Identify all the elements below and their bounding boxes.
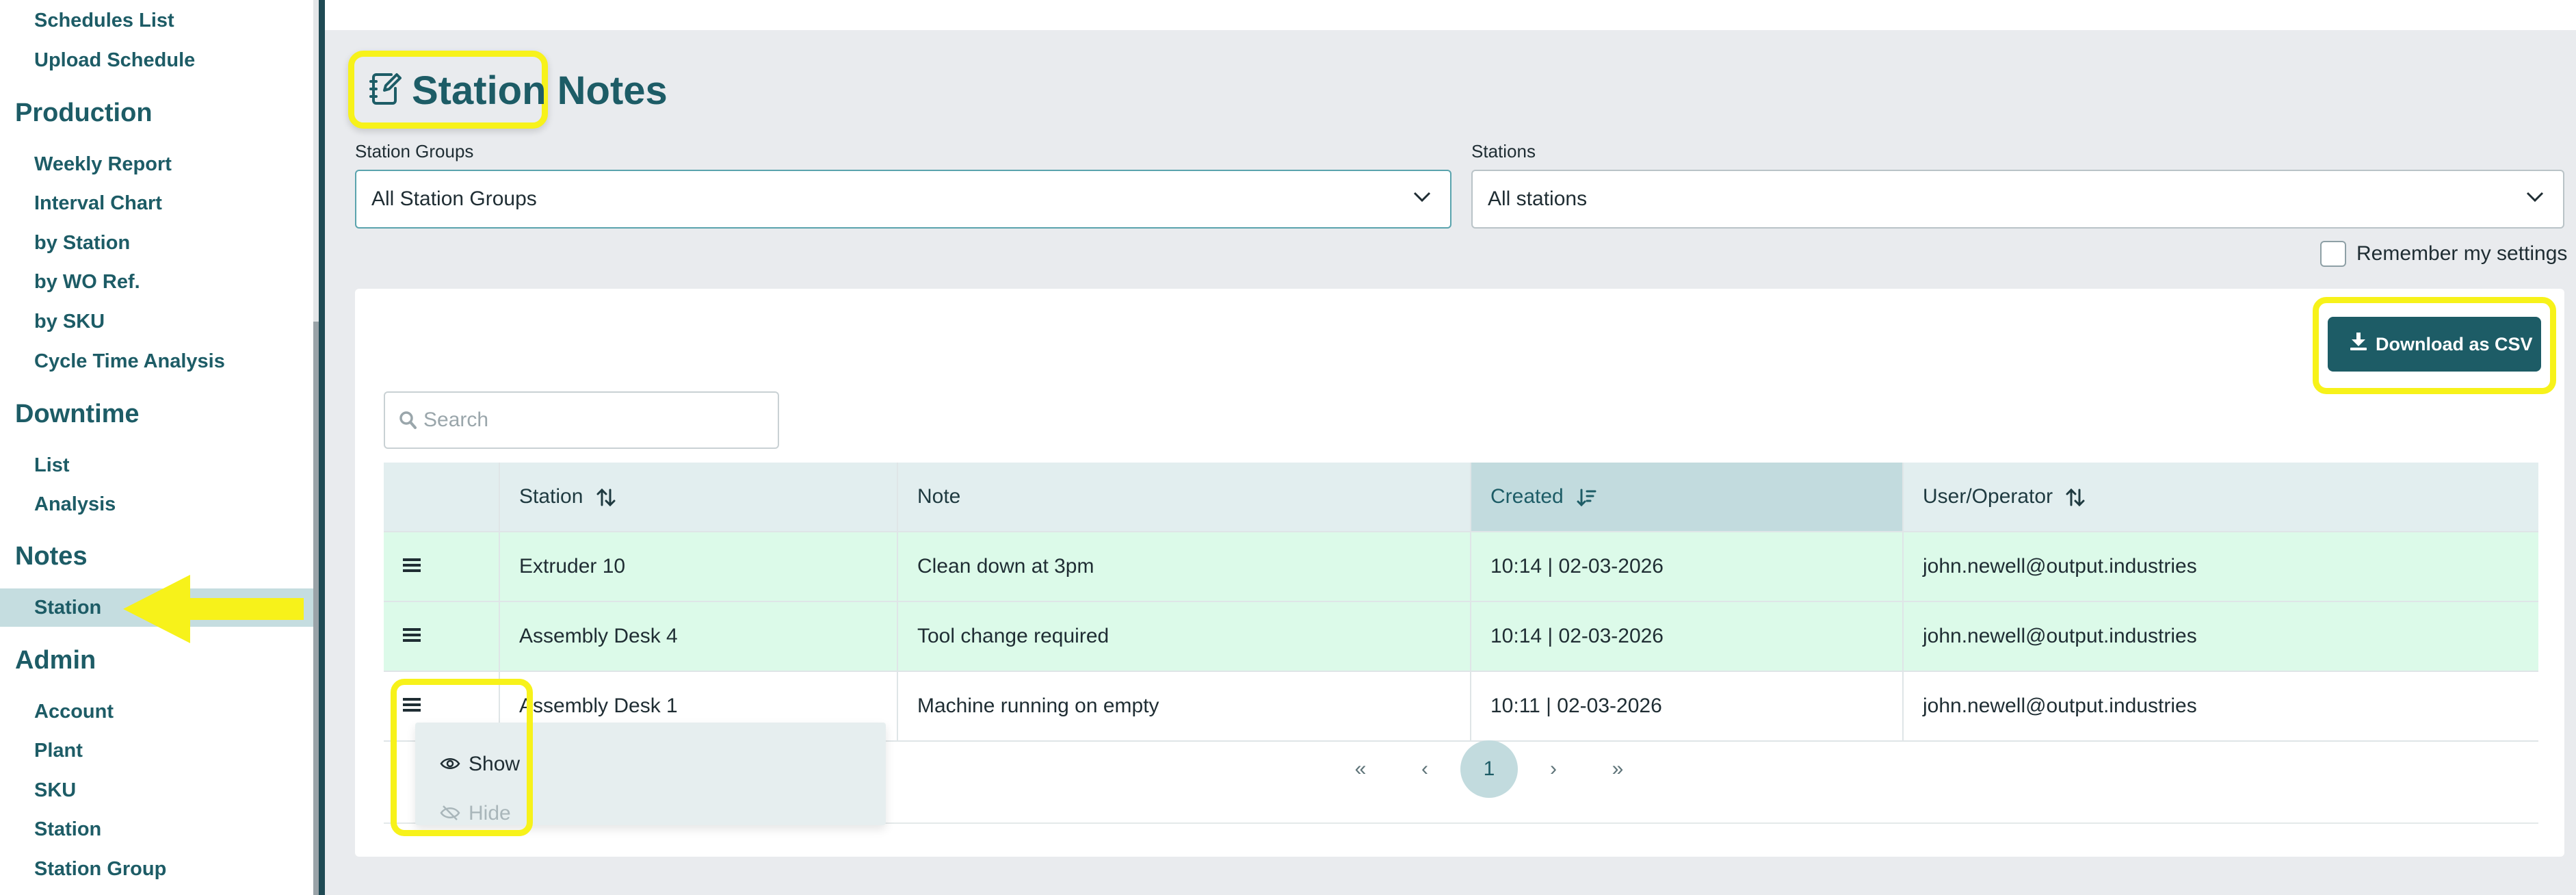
cell-user: john.newell@output.industries <box>1902 672 2538 740</box>
stations-value: All stations <box>1488 187 1588 210</box>
notes-card: Download as CSV Station Note Created Use… <box>355 289 2564 857</box>
sidebar-item-account[interactable]: Account <box>34 701 114 723</box>
sidebar-item-upload-schedule[interactable]: Upload Schedule <box>34 49 195 72</box>
page-first-button[interactable]: « <box>1332 740 1389 798</box>
cell-user: john.newell@output.industries <box>1902 602 2538 671</box>
table-row: Assembly Desk 4 Tool change required 10:… <box>384 602 2538 672</box>
station-groups-value: All Station Groups <box>371 187 537 210</box>
cell-created: 10:14 | 02-03-2026 <box>1470 602 1902 671</box>
chevron-down-icon <box>1413 192 1431 203</box>
sidebar-item-sku[interactable]: SKU <box>34 779 76 802</box>
sidebar-item-weekly-report[interactable]: Weekly Report <box>34 153 172 176</box>
sidebar-section-downtime: Downtime <box>15 400 140 428</box>
page-prev-button[interactable]: ‹ <box>1396 740 1454 798</box>
sidebar-item-plant[interactable]: Plant <box>34 740 83 762</box>
table-header: Station Note Created User/Operator <box>384 463 2538 532</box>
sidebar-item-notes-station[interactable]: Station <box>34 597 101 619</box>
stations-select[interactable]: All stations <box>1471 170 2564 229</box>
column-header-station-label: Station <box>519 485 583 508</box>
cell-note: Tool change required <box>897 602 1470 671</box>
sidebar-item-downtime-list[interactable]: List <box>34 454 70 477</box>
sort-icon <box>2066 488 2085 507</box>
arrow-left-annotation-icon <box>123 575 304 643</box>
page-next-button[interactable]: › <box>1525 740 1582 798</box>
cell-station: Assembly Desk 4 <box>499 602 897 671</box>
cell-created: 10:14 | 02-03-2026 <box>1470 532 1902 601</box>
sidebar-item-schedules-list[interactable]: Schedules List <box>34 10 174 32</box>
sidebar-item-cycle-time-analysis[interactable]: Cycle Time Analysis <box>34 350 225 373</box>
stations-label: Stations <box>1471 141 1536 161</box>
main-content: Station Notes Station Groups All Station… <box>325 0 2576 895</box>
sidebar-item-by-wo-ref[interactable]: by WO Ref. <box>34 271 140 294</box>
column-header-user-operator[interactable]: User/Operator <box>1902 463 2538 531</box>
cell-station: Extruder 10 <box>499 532 897 601</box>
column-header-station[interactable]: Station <box>499 463 897 531</box>
cell-created: 10:11 | 02-03-2026 <box>1470 672 1902 740</box>
cell-note: Clean down at 3pm <box>897 532 1470 601</box>
column-header-user-operator-label: User/Operator <box>1923 485 2053 508</box>
remember-settings-label: Remember my settings <box>2356 242 2568 265</box>
download-icon <box>2350 333 2367 350</box>
column-header-created[interactable]: Created <box>1470 463 1902 531</box>
row-menu-highlight <box>391 679 533 836</box>
page-last-button[interactable]: » <box>1589 740 1646 798</box>
download-csv-label: Download as CSV <box>2376 334 2533 354</box>
top-bar <box>325 0 2576 30</box>
hamburger-menu-icon[interactable] <box>403 557 421 573</box>
remember-settings-checkbox[interactable] <box>2320 241 2346 267</box>
sidebar-item-by-station[interactable]: by Station <box>34 232 130 255</box>
page-title: Station Notes <box>412 68 668 113</box>
page-title-highlight: Station Notes <box>348 51 668 129</box>
sidebar-section-production: Production <box>15 99 153 127</box>
sidebar-section-admin: Admin <box>15 646 96 675</box>
download-csv-highlight: Download as CSV <box>2313 297 2556 394</box>
sidebar-item-interval-chart[interactable]: Interval Chart <box>34 192 162 215</box>
column-header-created-label: Created <box>1490 485 1564 508</box>
search-input[interactable] <box>423 404 765 437</box>
sort-icon <box>596 488 616 507</box>
station-groups-select[interactable]: All Station Groups <box>355 170 1451 229</box>
download-csv-button[interactable]: Download as CSV <box>2328 317 2541 372</box>
sidebar-item-downtime-analysis[interactable]: Analysis <box>34 493 116 516</box>
cell-note: Machine running on empty <box>897 672 1470 740</box>
sidebar-item-by-sku[interactable]: by SKU <box>34 311 105 333</box>
station-groups-label: Station Groups <box>355 141 474 161</box>
column-header-note: Note <box>897 463 1470 531</box>
sidebar-section-notes: Notes <box>15 542 88 571</box>
sidebar-item-admin-station[interactable]: Station <box>34 818 101 841</box>
sidebar: Schedules List Upload Schedule Productio… <box>0 0 325 895</box>
sidebar-item-station-group[interactable]: Station Group <box>34 858 166 881</box>
chevron-down-icon <box>2526 192 2544 203</box>
row-menu-cell <box>384 602 499 671</box>
sidebar-divider <box>319 0 325 895</box>
column-header-actions <box>384 463 499 531</box>
page-current-button[interactable]: 1 <box>1460 740 1518 798</box>
search-icon <box>399 411 417 429</box>
table-row: Extruder 10 Clean down at 3pm 10:14 | 02… <box>384 532 2538 602</box>
notebook-pen-icon <box>369 73 402 105</box>
row-menu-cell <box>384 532 499 601</box>
column-header-note-label: Note <box>917 485 961 508</box>
hamburger-menu-icon[interactable] <box>403 627 421 643</box>
cell-user: john.newell@output.industries <box>1902 532 2538 601</box>
search-box[interactable] <box>384 391 779 449</box>
sort-descending-icon <box>1577 489 1596 507</box>
